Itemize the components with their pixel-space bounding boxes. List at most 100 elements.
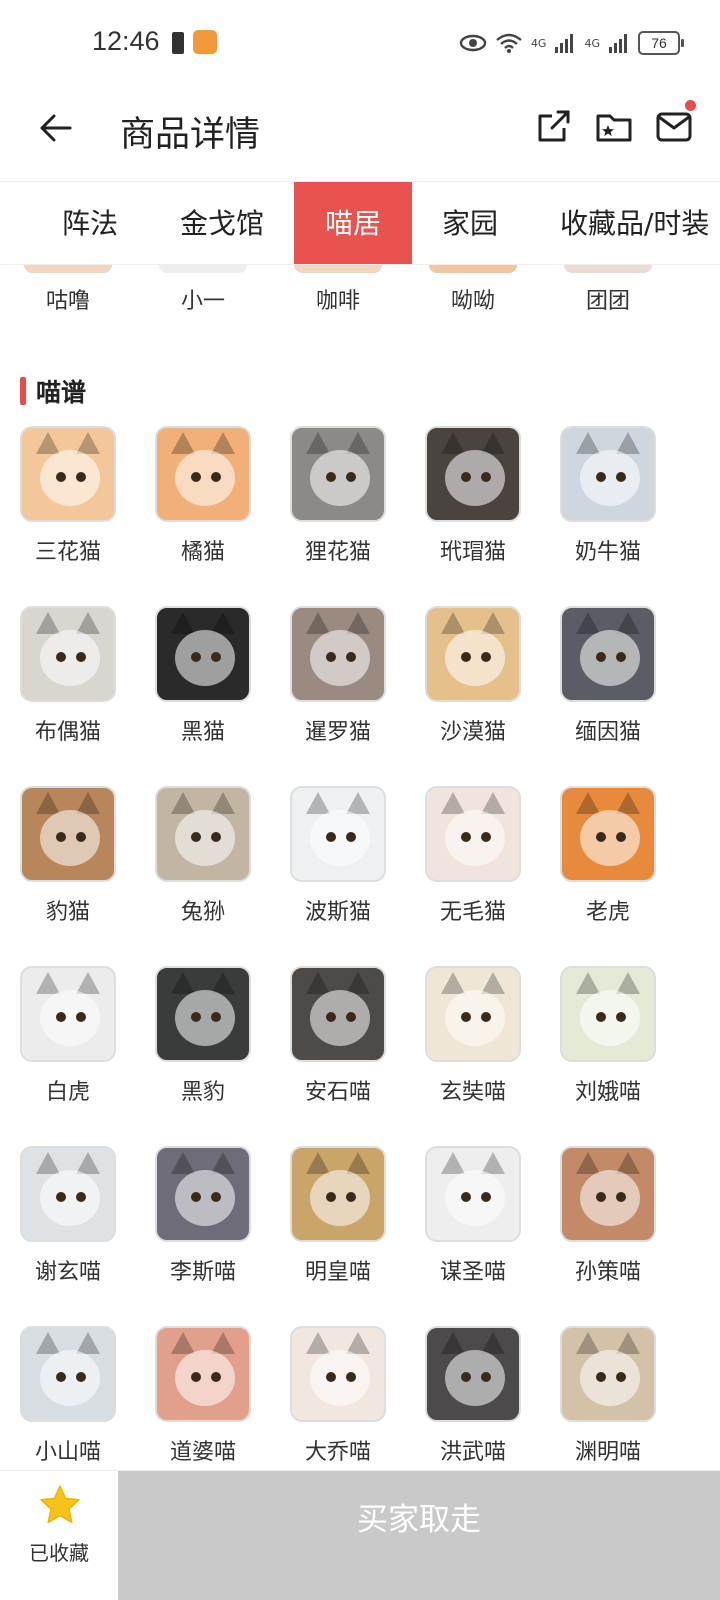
wifi-icon	[496, 33, 522, 53]
cat-item[interactable]: 白虎	[8, 966, 128, 1136]
tab-cat-home[interactable]: 喵居	[294, 182, 412, 264]
status-bar: 12:46 4G 4G 76	[0, 0, 720, 88]
cat-item[interactable]: 谢玄喵	[8, 1146, 128, 1316]
tab-formation[interactable]: 阵法	[40, 182, 140, 264]
status-time: 12:46	[92, 26, 160, 56]
cat-face	[310, 450, 370, 506]
back-arrow-icon[interactable]	[36, 108, 76, 148]
cat-eye	[481, 1012, 491, 1022]
cat-eye	[211, 832, 221, 842]
share-icon[interactable]	[534, 106, 574, 146]
cat-face	[580, 630, 640, 686]
cat-avatar	[20, 1326, 116, 1422]
item-label: 团团	[585, 289, 630, 314]
cat-eye	[56, 472, 66, 482]
cat-eye	[596, 1012, 606, 1022]
cat-item[interactable]: 暹罗猫	[278, 606, 398, 776]
cat-item[interactable]: 老虎	[548, 786, 668, 956]
cat-item[interactable]: 豹猫	[8, 786, 128, 956]
cat-avatar	[20, 966, 116, 1062]
cat-face	[580, 1350, 640, 1406]
cat-item[interactable]: 无毛猫	[413, 786, 533, 956]
thumbnail	[564, 265, 652, 273]
cat-eye	[76, 832, 86, 842]
cat-eye	[596, 652, 606, 662]
cat-item[interactable]: 三花猫	[8, 426, 128, 596]
cat-item[interactable]: 奶牛猫	[548, 426, 668, 596]
cat-avatar	[155, 426, 251, 522]
cat-avatar	[560, 1146, 656, 1242]
cat-ear	[171, 972, 195, 994]
cat-item[interactable]: 布偶猫	[8, 606, 128, 776]
cat-eye	[596, 832, 606, 842]
cat-eye	[616, 832, 626, 842]
cat-eye	[326, 832, 336, 842]
cat-face	[580, 450, 640, 506]
cat-avatar	[560, 966, 656, 1062]
cat-eye	[76, 1192, 86, 1202]
cat-name: 豹猫	[45, 900, 90, 925]
cat-avatar	[560, 786, 656, 882]
signal-type-2: 4G	[584, 36, 600, 50]
cat-name: 洪武喵	[439, 1440, 506, 1465]
cat-eye	[326, 1372, 336, 1382]
mail-button[interactable]	[654, 100, 696, 146]
cat-ear	[36, 1152, 60, 1174]
section-accent-bar	[20, 377, 26, 405]
cat-item[interactable]: 兔狲	[143, 786, 263, 956]
cat-name: 老虎	[585, 900, 630, 925]
cat-item[interactable]: 狸花猫	[278, 426, 398, 596]
cat-item[interactable]: 黑豹	[143, 966, 263, 1136]
cat-avatar	[155, 606, 251, 702]
cat-face	[40, 630, 100, 686]
cat-face	[175, 630, 235, 686]
buyer-take-button[interactable]: 买家取走	[118, 1471, 720, 1600]
cat-eye	[326, 652, 336, 662]
cat-avatar	[155, 786, 251, 882]
cat-avatar	[290, 606, 386, 702]
cat-eye	[616, 1012, 626, 1022]
cat-ear	[576, 612, 600, 634]
favorite-button[interactable]: 已收藏	[0, 1471, 118, 1600]
cat-face	[175, 1350, 235, 1406]
cat-ear	[441, 1332, 465, 1354]
cat-name: 黑豹	[180, 1080, 225, 1105]
cat-face	[310, 810, 370, 866]
cat-avatar	[425, 426, 521, 522]
cat-item[interactable]: 沙漠猫	[413, 606, 533, 776]
cat-item[interactable]: 安石喵	[278, 966, 398, 1136]
thumbnail	[24, 265, 112, 273]
cat-eye	[346, 1372, 356, 1382]
notification-dot	[685, 100, 696, 111]
cat-eye	[461, 1192, 471, 1202]
cat-item[interactable]: 李斯喵	[143, 1146, 263, 1316]
cat-ear	[171, 1152, 195, 1174]
cat-item[interactable]: 缅因猫	[548, 606, 668, 776]
cat-avatar	[290, 1146, 386, 1242]
cat-face	[310, 630, 370, 686]
cat-item[interactable]: 黑猫	[143, 606, 263, 776]
cat-avatar	[155, 1326, 251, 1422]
cat-item[interactable]: 孙策喵	[548, 1146, 668, 1316]
tab-armory[interactable]: 金戈馆	[162, 182, 282, 264]
cat-eye	[616, 1372, 626, 1382]
cat-item[interactable]: 橘猫	[143, 426, 263, 596]
cat-item[interactable]: 玄奘喵	[413, 966, 533, 1136]
mail-icon	[656, 112, 692, 142]
cat-face	[445, 1170, 505, 1226]
cat-item[interactable]: 明皇喵	[278, 1146, 398, 1316]
cat-item[interactable]: 谋圣喵	[413, 1146, 533, 1316]
cat-face	[40, 810, 100, 866]
folder-icon[interactable]	[594, 106, 634, 146]
tab-collectibles[interactable]: 收藏品/时装	[560, 182, 720, 264]
cat-avatar	[155, 966, 251, 1062]
cat-eye	[191, 1372, 201, 1382]
cat-eye	[76, 1012, 86, 1022]
cat-name: 缅因猫	[574, 720, 641, 745]
cat-name: 无毛猫	[439, 900, 506, 925]
cat-name: 小山喵	[34, 1440, 101, 1465]
tab-homestead[interactable]: 家园	[426, 182, 514, 264]
cat-item[interactable]: 刘娥喵	[548, 966, 668, 1136]
cat-item[interactable]: 玳瑁猫	[413, 426, 533, 596]
cat-item[interactable]: 波斯猫	[278, 786, 398, 956]
